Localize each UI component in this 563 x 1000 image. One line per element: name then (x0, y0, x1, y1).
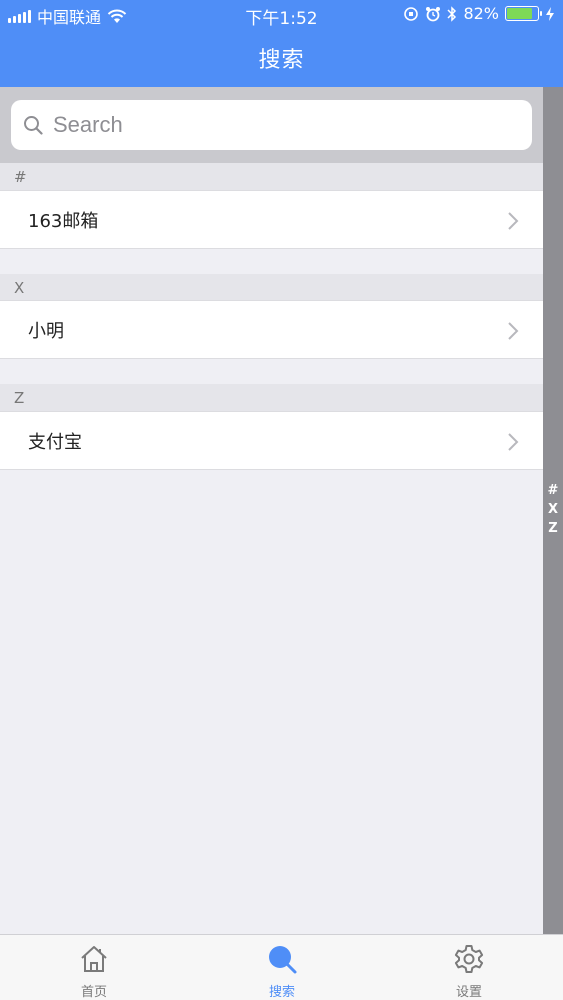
bluetooth-icon (447, 5, 457, 22)
tab-search[interactable]: 搜索 (188, 935, 376, 1000)
index-item-x[interactable]: X (543, 502, 563, 517)
section-index-bar[interactable]: # X Z (543, 87, 563, 934)
chevron-right-icon (508, 433, 519, 451)
tab-label: 设置 (455, 985, 482, 1000)
page-title: 搜索 (258, 48, 305, 73)
list-item-label: 支付宝 (28, 431, 82, 453)
section-header-x: X (0, 274, 543, 302)
alarm-icon (426, 6, 441, 21)
search-icon (24, 116, 43, 135)
list-item[interactable]: 支付宝 (0, 411, 543, 470)
list-item-label: 163邮箱 (28, 210, 99, 232)
search-box[interactable] (11, 100, 532, 150)
chevron-right-icon (508, 322, 519, 340)
index-item-hash[interactable]: # (543, 483, 563, 498)
list-item[interactable]: 小明 (0, 300, 543, 359)
tab-label: 搜索 (268, 985, 295, 1000)
tab-home[interactable]: 首页 (0, 935, 188, 1000)
search-input[interactable] (53, 112, 513, 138)
list-item-label: 小明 (28, 320, 64, 342)
search-bar (0, 87, 543, 163)
gear-icon (454, 945, 484, 973)
search-icon (269, 946, 297, 974)
home-icon (81, 946, 107, 972)
battery-percent: 82% (463, 4, 499, 23)
tab-label: 首页 (80, 985, 107, 1000)
battery-icon (505, 6, 542, 21)
list-item[interactable]: 163邮箱 (0, 190, 543, 249)
section-header-z: Z (0, 384, 543, 412)
section-header-hash: # (0, 163, 543, 191)
orientation-lock-icon (404, 6, 419, 21)
tab-settings[interactable]: 设置 (375, 935, 563, 1000)
charging-icon (546, 6, 554, 21)
chevron-right-icon (508, 212, 519, 230)
contact-list: # 163邮箱 X 小明 Z 支付宝 (0, 87, 543, 934)
tab-bar: 首页 搜索 设置 (0, 934, 563, 1000)
index-item-z[interactable]: Z (543, 521, 563, 536)
status-bar: 中国联通 下午1:52 82% (0, 0, 563, 30)
top-bar: 中国联通 下午1:52 82% 搜索 (0, 0, 563, 87)
